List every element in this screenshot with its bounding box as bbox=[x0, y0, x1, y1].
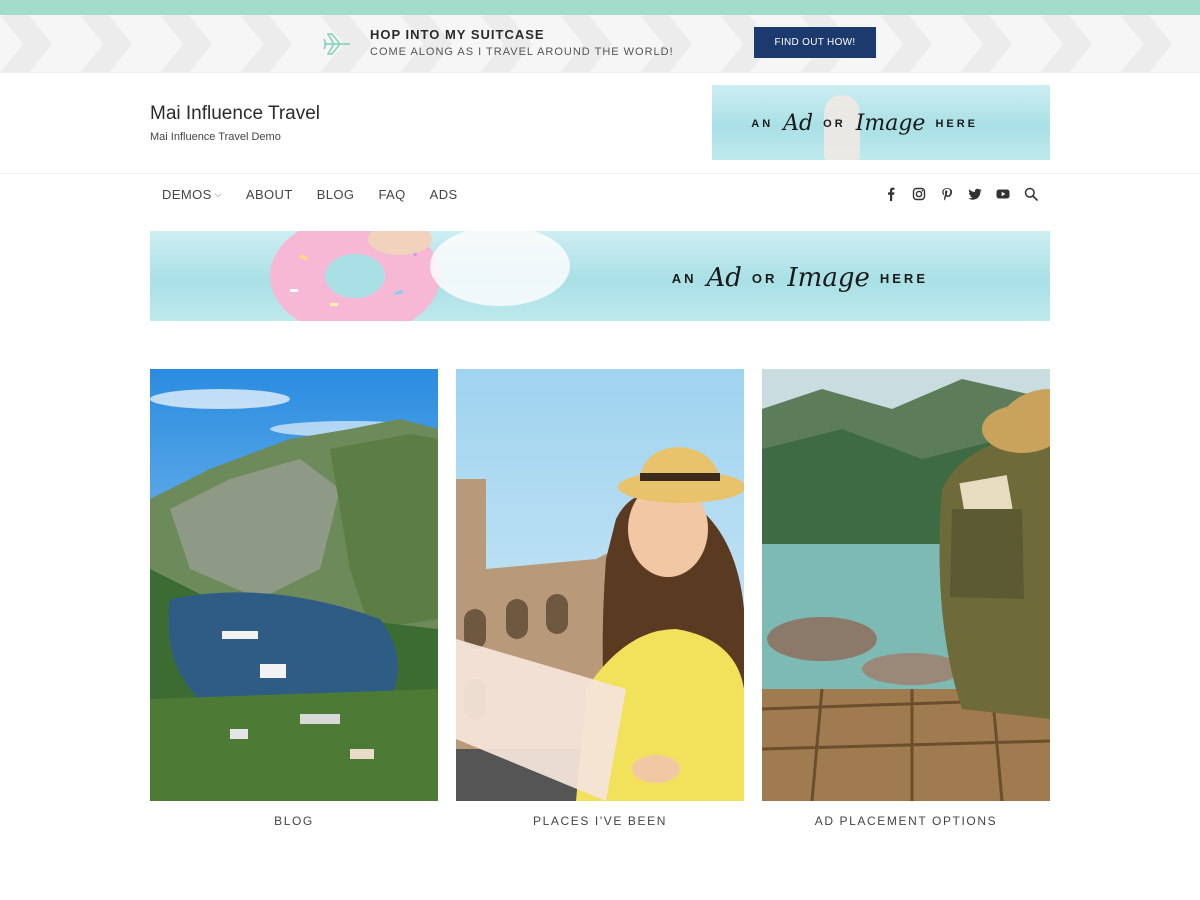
ad-word: OR bbox=[751, 270, 778, 286]
card-label: AD PLACEMENT OPTIONS bbox=[814, 814, 998, 828]
ad-text: AN Ad OR Image HERE bbox=[672, 263, 928, 293]
chevron-pattern bbox=[1, 15, 1173, 72]
ad-word: HERE bbox=[935, 117, 978, 130]
card-label: PLACES I'VE BEEN bbox=[533, 814, 667, 828]
chevron-down-icon: ⌵ bbox=[214, 188, 222, 199]
promo-subtitle: COME ALONG AS I TRAVEL AROUND THE WORLD! bbox=[370, 46, 674, 58]
main-nav: DEMOS ⌵ ABOUT BLOG FAQ ADS bbox=[150, 186, 470, 202]
ad-word: AN bbox=[751, 117, 774, 130]
facebook-icon[interactable] bbox=[884, 187, 898, 201]
nav-item-ads[interactable]: ADS bbox=[418, 186, 470, 202]
ad-script-word: Image bbox=[787, 263, 870, 293]
ad-script-word: Ad bbox=[783, 111, 814, 136]
site-title[interactable]: Mai Influence Travel bbox=[150, 103, 320, 125]
card-blog[interactable]: BLOG bbox=[150, 369, 438, 828]
instagram-icon[interactable] bbox=[912, 187, 926, 201]
nav-item-faq[interactable]: FAQ bbox=[366, 186, 417, 202]
ad-word: HERE bbox=[879, 270, 928, 286]
promo-bar: HOP INTO MY SUITCASE COME ALONG AS I TRA… bbox=[0, 15, 1200, 73]
ad-script-word: Ad bbox=[706, 263, 742, 293]
social-links bbox=[884, 187, 1038, 201]
card-label: BLOG bbox=[274, 814, 314, 828]
nav-item-demos[interactable]: DEMOS ⌵ bbox=[150, 186, 234, 202]
ad-script-word: Image bbox=[855, 111, 926, 136]
accent-strip bbox=[0, 0, 1200, 15]
pinterest-icon[interactable] bbox=[940, 187, 954, 201]
header-ad-banner[interactable]: AN Ad OR Image HERE bbox=[712, 85, 1050, 160]
fjord-landscape-image bbox=[150, 369, 438, 801]
card-places-ive-been[interactable]: PLACES I'VE BEEN bbox=[456, 369, 744, 828]
site-description: Mai Influence Travel Demo bbox=[150, 131, 281, 143]
featured-cards: BLOG PLACES I'VE BEEN AD PLACEMENT OPTIO… bbox=[150, 369, 1050, 828]
twitter-icon[interactable] bbox=[968, 187, 982, 201]
backpack-lake-image bbox=[762, 369, 1050, 801]
card-ad-placement-options[interactable]: AD PLACEMENT OPTIONS bbox=[762, 369, 1050, 828]
nav-item-blog[interactable]: BLOG bbox=[305, 186, 367, 202]
promo-title: HOP INTO MY SUITCASE bbox=[370, 27, 545, 42]
woman-with-map-image bbox=[456, 369, 744, 801]
nav-item-about[interactable]: ABOUT bbox=[234, 186, 305, 202]
search-icon[interactable] bbox=[1024, 187, 1038, 201]
airplane-icon bbox=[322, 31, 352, 62]
ad-word: OR bbox=[823, 117, 846, 130]
ad-text: AN Ad OR Image HERE bbox=[751, 111, 978, 136]
youtube-icon[interactable] bbox=[996, 187, 1010, 201]
find-out-how-button[interactable]: FIND OUT HOW! bbox=[754, 27, 876, 58]
nav-item-label: DEMOS bbox=[162, 186, 212, 202]
wide-ad-banner[interactable]: AN Ad OR Image HERE bbox=[150, 231, 1050, 321]
ad-word: AN bbox=[671, 270, 697, 286]
